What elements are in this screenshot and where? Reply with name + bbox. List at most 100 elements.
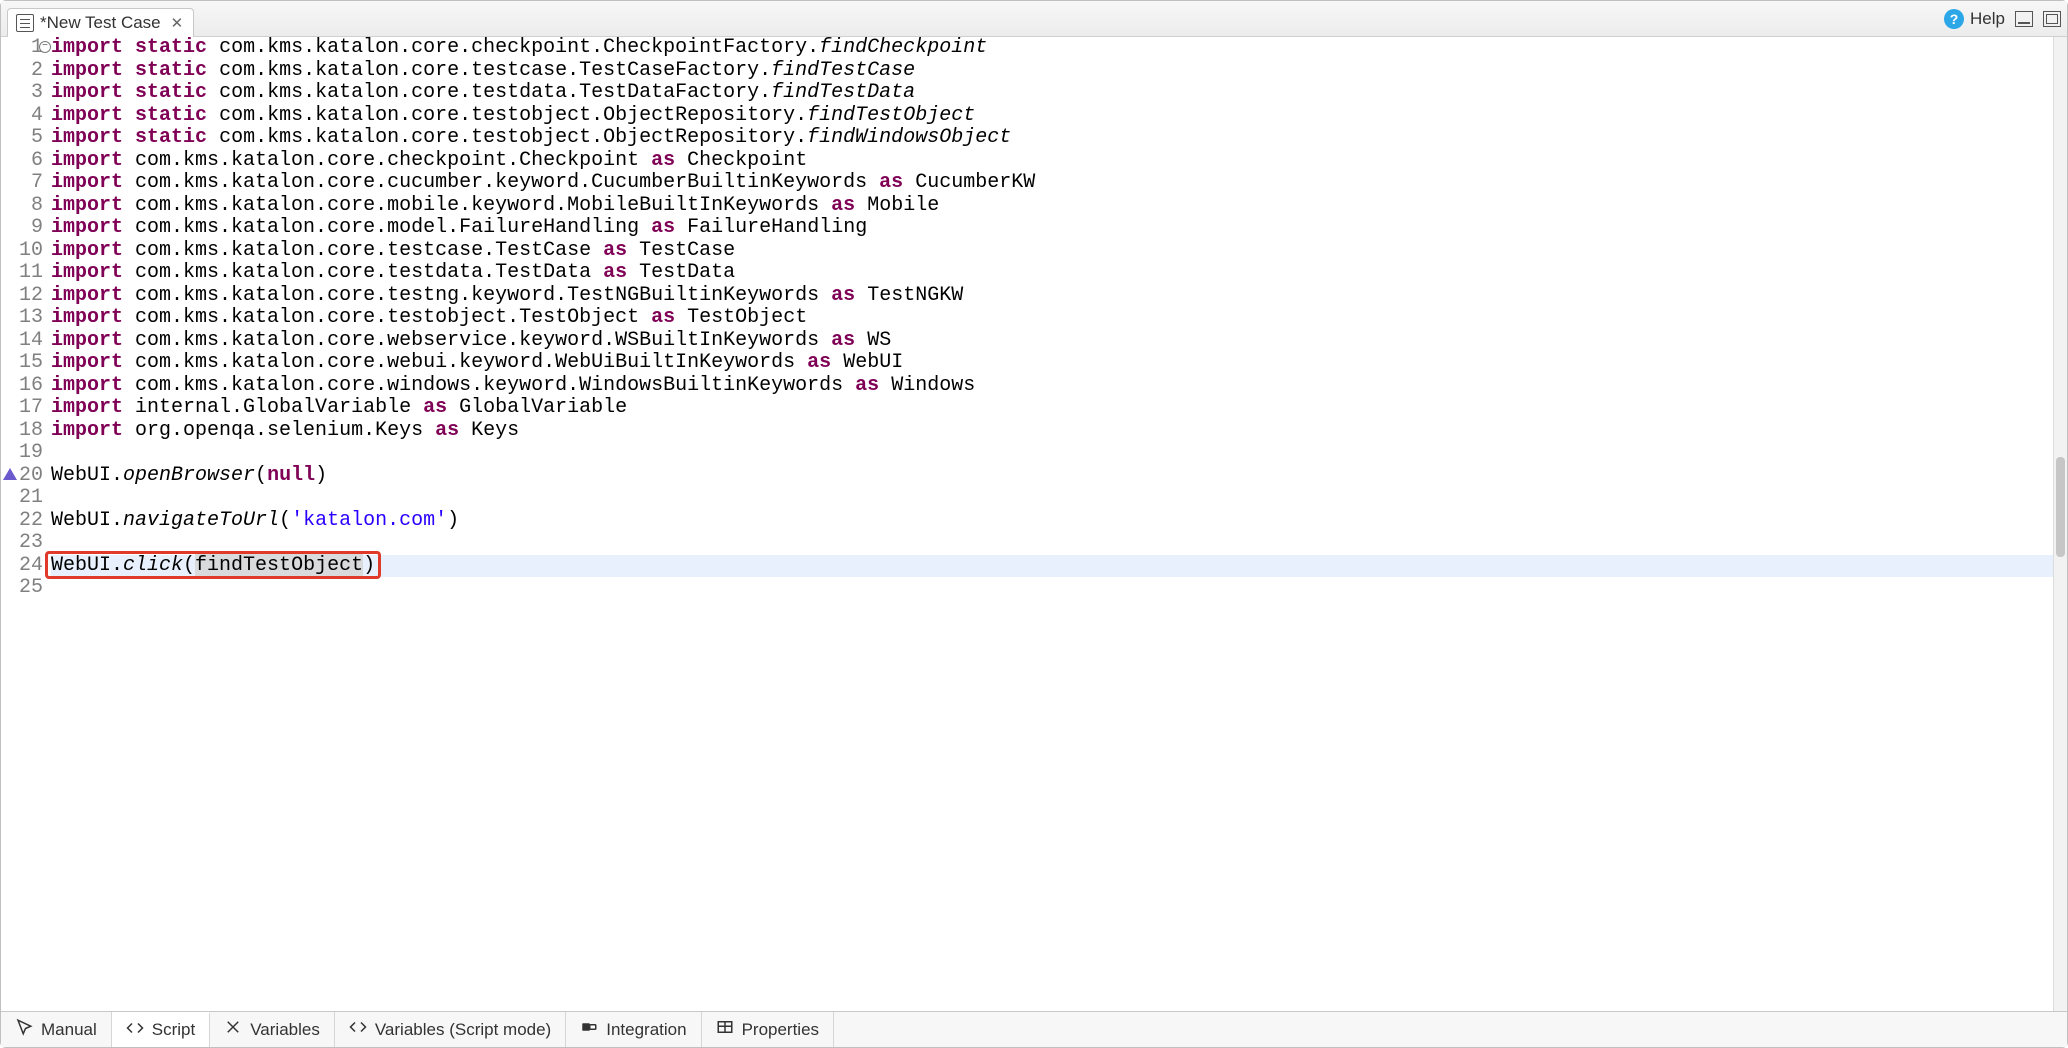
code-line[interactable]: 24WebUI.click(findTestObject)	[1, 555, 2053, 578]
test-case-icon	[16, 14, 34, 32]
line-number: 21	[1, 487, 51, 510]
titlebar-controls: ? Help	[1944, 9, 2061, 29]
code-line[interactable]: 25	[1, 577, 2053, 600]
titlebar: *New Test Case ✕ ? Help	[1, 1, 2067, 37]
x-icon	[224, 1018, 242, 1041]
code-line[interactable]: 2import static com.kms.katalon.core.test…	[1, 60, 2053, 83]
code-content[interactable]: import com.kms.katalon.core.testdata.Tes…	[51, 262, 2053, 285]
line-number: 25	[1, 577, 51, 600]
bottom-tab-script[interactable]: Script	[112, 1012, 210, 1047]
editor-tab-new-test-case[interactable]: *New Test Case ✕	[7, 8, 194, 37]
line-number: 5	[1, 127, 51, 150]
code-content[interactable]: import internal.GlobalVariable as Global…	[51, 397, 2053, 420]
code-line[interactable]: 11import com.kms.katalon.core.testdata.T…	[1, 262, 2053, 285]
code-content[interactable]: import com.kms.katalon.core.testobject.T…	[51, 307, 2053, 330]
code-line[interactable]: 7import com.kms.katalon.core.cucumber.ke…	[1, 172, 2053, 195]
code-line[interactable]: 1−import static com.kms.katalon.core.che…	[1, 37, 2053, 60]
scrollbar-thumb[interactable]	[2056, 457, 2065, 557]
table-icon	[716, 1018, 734, 1041]
line-number: 9	[1, 217, 51, 240]
line-number: 2	[1, 60, 51, 83]
code-content[interactable]: import static com.kms.katalon.core.testd…	[51, 82, 2053, 105]
cursor-icon	[15, 1018, 33, 1041]
code-line[interactable]: 9import com.kms.katalon.core.model.Failu…	[1, 217, 2053, 240]
code-content[interactable]: import static com.kms.katalon.core.testo…	[51, 105, 2053, 128]
editor-tab-title: *New Test Case	[40, 13, 161, 33]
code-content[interactable]: WebUI.navigateToUrl('katalon.com')	[51, 510, 2053, 533]
line-number: 10	[1, 240, 51, 263]
bottom-tab-label: Properties	[742, 1020, 819, 1040]
help-label: Help	[1970, 9, 2005, 29]
code-line[interactable]: 8import com.kms.katalon.core.mobile.keyw…	[1, 195, 2053, 218]
code-line[interactable]: 10import com.kms.katalon.core.testcase.T…	[1, 240, 2053, 263]
code-line[interactable]: 17import internal.GlobalVariable as Glob…	[1, 397, 2053, 420]
code-content[interactable]: import com.kms.katalon.core.webui.keywor…	[51, 352, 2053, 375]
line-number: 7	[1, 172, 51, 195]
code-content[interactable]: import static com.kms.katalon.core.testc…	[51, 60, 2053, 83]
line-number: 4	[1, 105, 51, 128]
line-number: 20	[1, 465, 51, 488]
bottom-tab-manual[interactable]: Manual	[1, 1012, 112, 1047]
line-number: 3	[1, 82, 51, 105]
code-line[interactable]: 6import com.kms.katalon.core.checkpoint.…	[1, 150, 2053, 173]
bottom-tab-label: Variables (Script mode)	[375, 1020, 551, 1040]
code-content[interactable]: import static com.kms.katalon.core.check…	[51, 37, 2053, 60]
code-line[interactable]: 15import com.kms.katalon.core.webui.keyw…	[1, 352, 2053, 375]
code-line[interactable]: 20WebUI.openBrowser(null)	[1, 465, 2053, 488]
code-content[interactable]: import org.openqa.selenium.Keys as Keys	[51, 420, 2053, 443]
bottom-view-tabs: Manual Script Variables Variables (Script m…	[1, 1011, 2067, 1047]
code-line[interactable]: 4import static com.kms.katalon.core.test…	[1, 105, 2053, 128]
line-number: 8	[1, 195, 51, 218]
code-content[interactable]: import com.kms.katalon.core.cucumber.key…	[51, 172, 2053, 195]
line-number: 13	[1, 307, 51, 330]
code-content[interactable]: import com.kms.katalon.core.webservice.k…	[51, 330, 2053, 353]
line-number: 19	[1, 442, 51, 465]
code-content[interactable]: import com.kms.katalon.core.mobile.keywo…	[51, 195, 2053, 218]
bottom-tab-properties[interactable]: Properties	[702, 1012, 834, 1047]
code-content[interactable]: WebUI.click(findTestObject)	[51, 555, 2053, 578]
line-number: 16	[1, 375, 51, 398]
bottom-tab-label: Script	[152, 1020, 195, 1040]
line-number: 12	[1, 285, 51, 308]
line-number: 22	[1, 510, 51, 533]
bottom-tab-integration[interactable]: Integration	[566, 1012, 701, 1047]
line-number: 15	[1, 352, 51, 375]
code-line[interactable]: 5import static com.kms.katalon.core.test…	[1, 127, 2053, 150]
plug-icon	[580, 1018, 598, 1041]
code-content[interactable]: import com.kms.katalon.core.model.Failur…	[51, 217, 2053, 240]
code-line[interactable]: 14import com.kms.katalon.core.webservice…	[1, 330, 2053, 353]
minimize-button[interactable]	[2015, 11, 2033, 27]
bottom-tab-label: Variables	[250, 1020, 320, 1040]
ide-window: *New Test Case ✕ ? Help 1−import static …	[0, 0, 2068, 1048]
code-line[interactable]: 23	[1, 532, 2053, 555]
code-line[interactable]: 21	[1, 487, 2053, 510]
line-number: 18	[1, 420, 51, 443]
code-content[interactable]: import com.kms.katalon.core.windows.keyw…	[51, 375, 2053, 398]
code-line[interactable]: 3import static com.kms.katalon.core.test…	[1, 82, 2053, 105]
code-line[interactable]: 12import com.kms.katalon.core.testng.key…	[1, 285, 2053, 308]
warning-icon	[3, 468, 17, 480]
fold-icon[interactable]: −	[39, 41, 51, 53]
line-number: 23	[1, 532, 51, 555]
bottom-tab-varscript[interactable]: Variables (Script mode)	[335, 1012, 566, 1047]
code-content[interactable]: import com.kms.katalon.core.checkpoint.C…	[51, 150, 2053, 173]
code-content[interactable]: WebUI.openBrowser(null)	[51, 465, 2053, 488]
code-icon	[349, 1018, 367, 1041]
vertical-scrollbar[interactable]	[2053, 37, 2067, 1011]
maximize-button[interactable]	[2043, 11, 2061, 27]
bottom-tab-variables[interactable]: Variables	[210, 1012, 335, 1047]
help-button[interactable]: ? Help	[1944, 9, 2005, 29]
code-line[interactable]: 16import com.kms.katalon.core.windows.ke…	[1, 375, 2053, 398]
code-line[interactable]: 19	[1, 442, 2053, 465]
code-content[interactable]: import com.kms.katalon.core.testcase.Tes…	[51, 240, 2053, 263]
code-content[interactable]: import static com.kms.katalon.core.testo…	[51, 127, 2053, 150]
code-line[interactable]: 22WebUI.navigateToUrl('katalon.com')	[1, 510, 2053, 533]
code-line[interactable]: 13import com.kms.katalon.core.testobject…	[1, 307, 2053, 330]
code-icon	[126, 1019, 144, 1042]
code-content[interactable]: import com.kms.katalon.core.testng.keywo…	[51, 285, 2053, 308]
line-number: 11	[1, 262, 51, 285]
code-editor[interactable]: 1−import static com.kms.katalon.core.che…	[1, 37, 2053, 1011]
editor-area: 1−import static com.kms.katalon.core.che…	[1, 37, 2067, 1011]
close-icon[interactable]: ✕	[171, 14, 184, 32]
code-line[interactable]: 18import org.openqa.selenium.Keys as Key…	[1, 420, 2053, 443]
